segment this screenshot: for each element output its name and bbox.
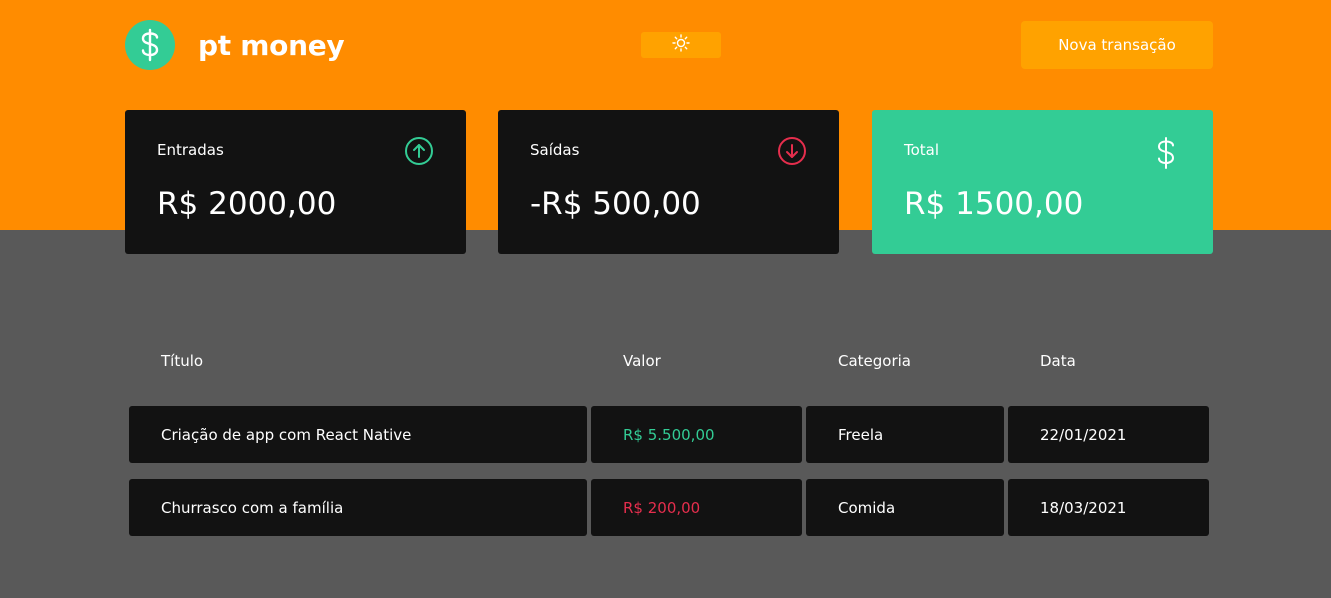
- outcome-card: Saídas -R$ 500,00: [498, 110, 839, 254]
- header-amount: Valor: [623, 352, 661, 370]
- income-label: Entradas: [157, 141, 224, 159]
- dollar-icon: [1151, 136, 1181, 169]
- outcome-label: Saídas: [530, 141, 580, 159]
- row-2-date: 18/03/2021: [1008, 479, 1209, 536]
- row-1-amount: R$ 5.500,00: [591, 406, 802, 463]
- row-1-title: Criação de app com React Native: [129, 406, 587, 463]
- total-label: Total: [904, 141, 940, 159]
- app-name: pt money: [198, 28, 345, 62]
- arrow-up-circle-icon: [404, 136, 434, 166]
- arrow-down-circle-icon: [777, 136, 807, 166]
- dollar-logo-icon: [125, 20, 175, 70]
- total-card: Total R$ 1500,00: [872, 110, 1213, 254]
- outcome-value: -R$ 500,00: [530, 186, 701, 222]
- row-1-date: 22/01/2021: [1008, 406, 1209, 463]
- income-value: R$ 2000,00: [157, 186, 337, 222]
- total-value: R$ 1500,00: [904, 186, 1084, 222]
- header-date: Data: [1040, 352, 1076, 370]
- logo: pt money: [125, 20, 345, 70]
- row-2-title: Churrasco com a família: [129, 479, 587, 536]
- theme-toggle-button[interactable]: [641, 32, 721, 58]
- header-title: Título: [161, 352, 204, 370]
- row-1-category: Freela: [806, 406, 1004, 463]
- row-2-category: Comida: [806, 479, 1004, 536]
- income-card: Entradas R$ 2000,00: [125, 110, 466, 254]
- header-category: Categoria: [838, 352, 912, 370]
- row-2-amount: R$ 200,00: [591, 479, 802, 536]
- new-transaction-button[interactable]: Nova transação: [1021, 21, 1213, 69]
- sun-icon: [672, 34, 690, 56]
